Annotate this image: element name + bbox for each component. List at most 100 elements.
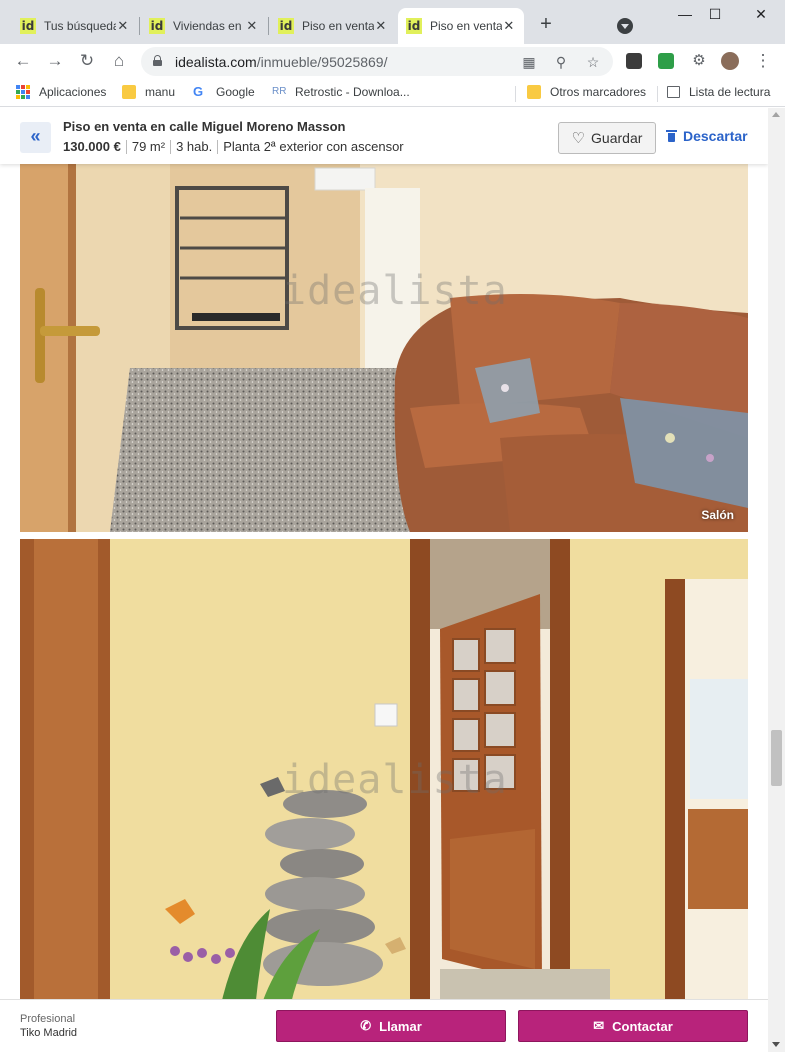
bookmark-star-icon[interactable]: ☆ (585, 54, 601, 71)
trash-icon (666, 130, 677, 142)
discard-label: Descartar (683, 128, 748, 144)
listing-floor: Planta 2ª exterior con ascensor (223, 139, 404, 154)
folder-icon (122, 85, 136, 99)
tab-strip: id Tus búsquedas guardadas ✕ id Vivienda… (0, 0, 785, 44)
tab-saved-searches[interactable]: id Tus búsquedas guardadas ✕ (12, 8, 138, 44)
url-host: idealista.com (175, 54, 257, 70)
meta-divider (170, 139, 172, 154)
bookmark-manu[interactable]: manu (122, 85, 175, 99)
scrollbar-thumb[interactable] (771, 730, 782, 786)
extensions-puzzle-icon[interactable]: ⚙ (688, 50, 710, 72)
profile-avatar[interactable] (721, 52, 739, 70)
bookmarks-bar: Aplicaciones manu G Google RR Retrostic … (0, 79, 785, 107)
tab-viviendas[interactable]: id Viviendas en venta ✕ (141, 8, 267, 44)
watermark-text: idealista (282, 268, 508, 314)
listing-rooms: 3 hab. (176, 139, 213, 154)
meta-divider (125, 139, 127, 154)
google-icon: G (193, 84, 204, 99)
contact-bar: Profesional Tiko Madrid ✆ Llamar ✉ Conta… (0, 999, 768, 1052)
bookmark-apps[interactable]: Aplicaciones (16, 85, 106, 99)
minimize-button[interactable]: — (670, 6, 700, 22)
idealista-favicon-icon: id (278, 18, 294, 34)
watermark-text: idealista (282, 757, 508, 803)
home-icon[interactable]: ⌂ (108, 50, 130, 72)
page-scrollbar[interactable] (768, 108, 785, 1052)
bookmark-label: manu (145, 85, 176, 99)
tab-piso-venta[interactable]: id Piso en venta en calle ✕ (270, 8, 396, 44)
tab-label: Piso en venta en calle (302, 19, 374, 33)
bookmarks-divider (515, 86, 516, 102)
scroll-down-arrow-icon[interactable] (772, 1042, 780, 1047)
tab-close-icon[interactable]: ✕ (502, 18, 516, 34)
listing-size: 79 m² (131, 139, 166, 154)
maximize-button[interactable]: ☐ (700, 6, 730, 23)
bookmark-label: Google (216, 85, 255, 99)
url-path: /inmueble/95025869/ (256, 54, 388, 70)
reload-icon[interactable]: ↻ (76, 50, 98, 72)
close-window-button[interactable]: ✕ (746, 6, 776, 23)
bookmark-retrostic[interactable]: RR Retrostic - Downloa... (272, 85, 410, 99)
apps-grid-icon (16, 85, 30, 99)
advertiser-name[interactable]: Tiko Madrid (20, 1027, 77, 1039)
tab-search-icon[interactable] (617, 18, 633, 34)
back-arrow-icon[interactable]: ← (12, 50, 34, 72)
scroll-up-arrow-icon[interactable] (772, 112, 780, 117)
tab-label: Tus búsquedas guardadas (44, 19, 116, 33)
bookmark-label: Retrostic - Downloa... (295, 85, 410, 99)
listing-meta: 130.000 € 79 m² 3 hab. Planta 2ª exterio… (63, 139, 404, 154)
listing-title: Piso en venta en calle Miguel Moreno Mas… (63, 119, 346, 134)
phone-icon: ✆ (360, 1018, 372, 1033)
collapse-back-button[interactable]: « (20, 122, 51, 153)
tab-close-icon[interactable]: ✕ (116, 18, 130, 34)
call-label: Llamar (379, 1018, 422, 1034)
bookmark-label: Lista de lectura (689, 85, 771, 99)
new-tab-button[interactable]: + (536, 14, 556, 34)
listing-photo-hallway[interactable]: idealista (20, 539, 748, 1009)
photo-caption: Salón (701, 508, 734, 522)
heart-icon: ♡ (571, 130, 586, 147)
browser-toolbar: ← → ↻ ⌂ idealista.com/inmueble/95025869/… (0, 44, 785, 79)
call-button[interactable]: ✆ Llamar (276, 1010, 506, 1042)
tab-label: Viviendas en venta (173, 19, 245, 33)
contact-button[interactable]: ✉ Contactar (518, 1010, 748, 1042)
extension-refresh-icon[interactable] (658, 53, 674, 69)
idealista-favicon-icon: id (20, 18, 36, 34)
extension-counter-icon[interactable] (626, 53, 642, 69)
page-viewport: idealista Salón idealista « Piso en vent… (0, 108, 768, 1052)
bookmark-reading-list[interactable]: Lista de lectura (667, 85, 770, 99)
retrostic-icon: RR (272, 86, 287, 97)
tab-label: Piso en venta en calle (430, 19, 502, 33)
tab-piso-venta-active[interactable]: id Piso en venta en calle ✕ (398, 8, 524, 44)
bookmark-other[interactable]: Otros marcadores (527, 85, 646, 99)
tab-close-icon[interactable]: ✕ (245, 18, 259, 34)
listing-price: 130.000 € (63, 139, 121, 154)
bookmarks-divider (657, 86, 658, 102)
idealista-favicon-icon: id (406, 18, 422, 34)
meta-divider (217, 139, 219, 154)
bookmark-label: Aplicaciones (39, 85, 107, 99)
save-label: Guardar (591, 130, 643, 146)
bookmark-label: Otros marcadores (550, 85, 647, 99)
folder-icon (527, 85, 541, 99)
living-room-image (20, 108, 748, 532)
advertiser-type: Profesional (20, 1013, 76, 1025)
address-bar[interactable]: idealista.com/inmueble/95025869/ ▦ ⚲ ☆ (141, 47, 613, 76)
listing-sticky-header: « Piso en venta en calle Miguel Moreno M… (0, 108, 768, 164)
browser-menu-icon[interactable]: ⋮ (752, 50, 774, 72)
discard-button[interactable]: Descartar (666, 128, 748, 144)
lock-icon[interactable] (153, 55, 162, 66)
idealista-favicon-icon: id (149, 18, 165, 34)
reading-list-icon (667, 86, 680, 98)
zoom-icon[interactable]: ⚲ (553, 54, 569, 71)
tab-divider (268, 17, 269, 35)
save-button[interactable]: ♡ Guardar (558, 122, 656, 154)
tab-close-icon[interactable]: ✕ (374, 18, 388, 34)
listing-photo-salon[interactable]: idealista Salón (20, 108, 748, 532)
chat-icon: ✉ (593, 1018, 605, 1033)
forward-arrow-icon[interactable]: → (44, 50, 66, 72)
qr-code-icon[interactable]: ▦ (521, 54, 537, 71)
tab-divider (139, 17, 140, 35)
contact-label: Contactar (612, 1018, 673, 1034)
bookmark-google[interactable]: G Google (193, 84, 255, 100)
url-text[interactable]: idealista.com/inmueble/95025869/ (175, 54, 387, 70)
